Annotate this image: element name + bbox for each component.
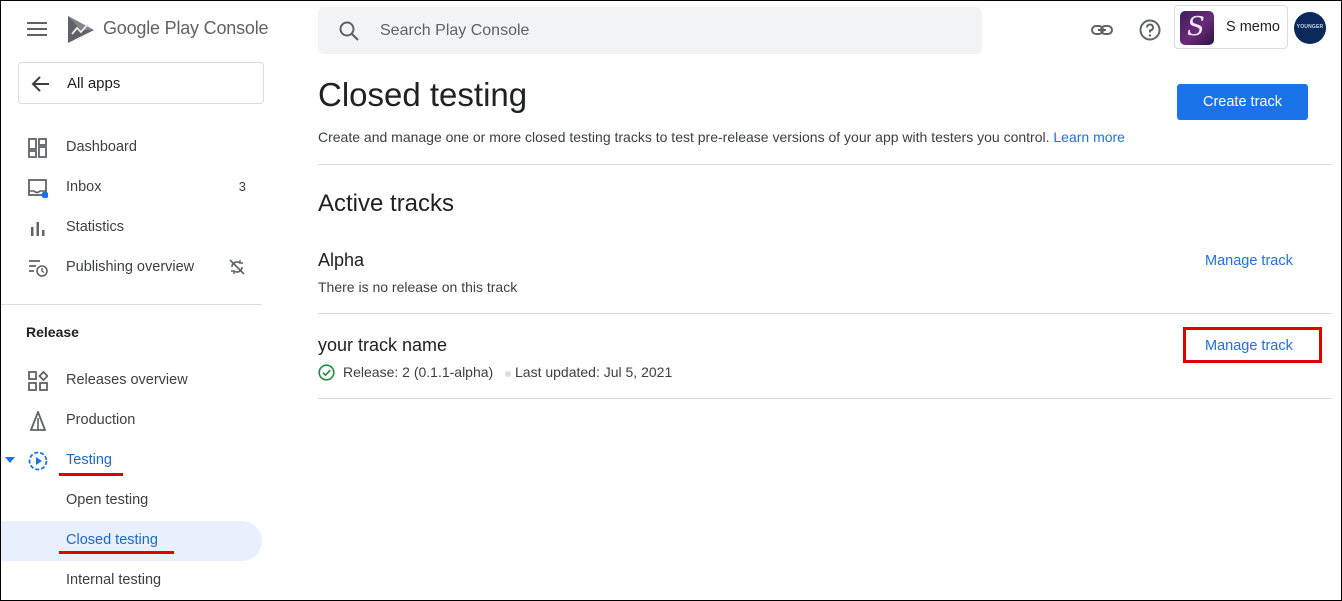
learn-more-link[interactable]: Learn more — [1053, 129, 1125, 145]
sidebar-item-label: Closed testing — [66, 532, 158, 548]
link-icon[interactable] — [1090, 18, 1114, 42]
production-icon — [29, 411, 47, 431]
all-apps-label: All apps — [67, 75, 121, 92]
search-bar[interactable] — [318, 7, 982, 54]
sidebar-item-inbox[interactable]: Inbox 3 — [0, 168, 262, 208]
app-name: S memo — [1226, 19, 1280, 35]
track-divider — [318, 398, 1332, 399]
page-description: Create and manage one or more closed tes… — [318, 129, 1125, 145]
inbox-icon — [28, 179, 48, 198]
track-status: There is no release on this track — [318, 279, 518, 295]
create-track-button[interactable]: Create track — [1177, 84, 1308, 120]
check-circle-icon — [318, 364, 335, 381]
publishing-icon — [29, 260, 48, 277]
sidebar-divider — [0, 304, 262, 305]
sidebar-item-label: Production — [66, 412, 136, 428]
bar-chart-icon — [31, 222, 45, 236]
track-divider — [318, 313, 1332, 314]
sidebar-item-label: Dashboard — [66, 139, 137, 155]
separator-dot — [505, 371, 511, 377]
sidebar-item-label: Testing — [66, 452, 112, 468]
sidebar-item-releases-overview[interactable]: Releases overview — [0, 361, 262, 401]
track-last-updated: Last updated: Jul 5, 2021 — [515, 364, 673, 380]
highlight-underline-closed-testing — [59, 551, 174, 554]
section-title: Active tracks — [318, 190, 455, 217]
app-selector[interactable]: S S memo — [1174, 5, 1288, 49]
arrow-back-icon — [31, 76, 49, 92]
sidebar-item-internal-testing[interactable]: Internal testing — [0, 561, 262, 601]
sidebar-item-label: Open testing — [66, 492, 149, 508]
track-release: Release: 2 (0.1.1-alpha) — [343, 364, 494, 380]
menu-icon[interactable] — [27, 21, 47, 37]
app-icon: S — [1180, 11, 1214, 45]
highlight-underline-testing — [59, 473, 123, 476]
sidebar-item-testing[interactable]: Testing — [0, 441, 262, 481]
sidebar-item-label: Publishing overview — [66, 259, 195, 275]
sidebar-item-publishing-overview[interactable]: Publishing overview — [0, 248, 262, 288]
testing-icon — [28, 451, 48, 471]
search-icon — [339, 21, 359, 41]
sidebar-item-dashboard[interactable]: Dashboard — [0, 128, 262, 168]
sidebar-item-label: Internal testing — [66, 572, 162, 588]
search-input[interactable] — [380, 19, 940, 43]
sidebar-item-statistics[interactable]: Statistics — [0, 208, 262, 248]
section-release-heading: Release — [26, 324, 79, 340]
track-name: Alpha — [318, 250, 365, 270]
highlight-box — [1183, 327, 1322, 363]
sidebar-item-label: Inbox — [66, 179, 102, 195]
releases-icon — [28, 371, 48, 391]
play-console-logo-icon — [68, 16, 94, 43]
track-name: your track name — [318, 335, 448, 355]
sidebar-item-label: Statistics — [66, 219, 125, 235]
help-icon[interactable] — [1138, 18, 1162, 42]
brand-name: Google Play Console — [103, 18, 269, 38]
sidebar-item-production[interactable]: Production — [0, 401, 262, 441]
manage-track-link[interactable]: Manage track — [1205, 253, 1293, 269]
sidebar-item-closed-testing[interactable]: Closed testing — [0, 521, 262, 561]
account-avatar[interactable]: YOUNGER — [1294, 12, 1326, 44]
all-apps-button[interactable]: All apps — [18, 62, 264, 104]
inbox-count-badge: 3 — [238, 179, 246, 194]
sidebar: Google Play Console All apps Dashboard I… — [0, 0, 272, 601]
sidebar-item-open-testing[interactable]: Open testing — [0, 481, 262, 521]
page-title: Closed testing — [318, 76, 528, 113]
section-divider — [318, 164, 1332, 165]
sync-disabled-icon — [229, 259, 245, 275]
sidebar-item-label: Releases overview — [66, 372, 188, 388]
dashboard-icon — [28, 138, 47, 158]
